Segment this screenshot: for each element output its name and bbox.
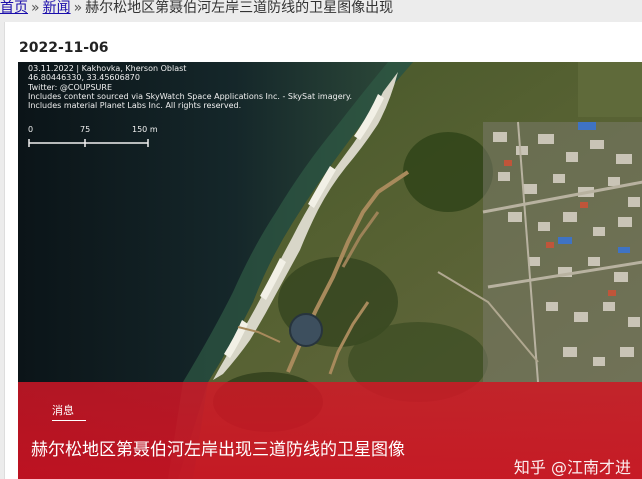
metadata-credit-planet: Includes material Planet Labs Inc. All r… <box>28 101 242 111</box>
image-metadata: 03.11.2022 | Kakhovka, Kherson Oblast 46… <box>28 64 352 110</box>
breadcrumb-home-link[interactable]: 首页 <box>0 0 28 16</box>
breadcrumb-news-link[interactable]: 新闻 <box>43 0 71 16</box>
metadata-date-location: 03.11.2022 | Kakhovka, Kherson Oblast <box>28 64 187 73</box>
article-date: 2022-11-06 <box>19 40 109 56</box>
scale-tick-75: 75 <box>80 125 91 134</box>
breadcrumb-current-page: 赫尔松地区第聂伯河左岸三道防线的卫星图像出现 <box>85 0 394 16</box>
scale-tick-0: 0 <box>28 125 34 134</box>
zhihu-watermark: 知乎 @江南才进 <box>513 458 631 477</box>
scale-tick-150: 150 m <box>132 125 158 134</box>
scale-bar-line <box>28 139 149 147</box>
headline-overlay[interactable]: 消息 赫尔松地区第聂伯河左岸出现三道防线的卫星图像 知乎 @江南才进 <box>18 382 642 479</box>
article-cover-image[interactable]: 03.11.2022 | Kakhovka, Kherson Oblast 46… <box>18 62 642 479</box>
metadata-coordinates: 46.80446330, 33.45606870 <box>28 73 140 83</box>
article-headline[interactable]: 赫尔松地区第聂伯河左岸出现三道防线的卫星图像 <box>31 435 405 460</box>
metadata-credit-skywatch: Includes content sourced via SkyWatch Sp… <box>28 91 353 101</box>
article-card: 2022-11-06 03.11.2022 | Kakhovka, Kherso… <box>4 22 642 479</box>
metadata-twitter: Twitter: @COUPSURE <box>28 82 113 92</box>
breadcrumb-separator: » <box>31 0 40 16</box>
category-tag-underline <box>52 420 86 421</box>
breadcrumb: 首页» 新闻» 赫尔松地区第聂伯河左岸三道防线的卫星图像出现 <box>0 0 642 19</box>
breadcrumb-separator: » <box>73 0 83 16</box>
category-tag[interactable]: 消息 <box>52 402 74 418</box>
